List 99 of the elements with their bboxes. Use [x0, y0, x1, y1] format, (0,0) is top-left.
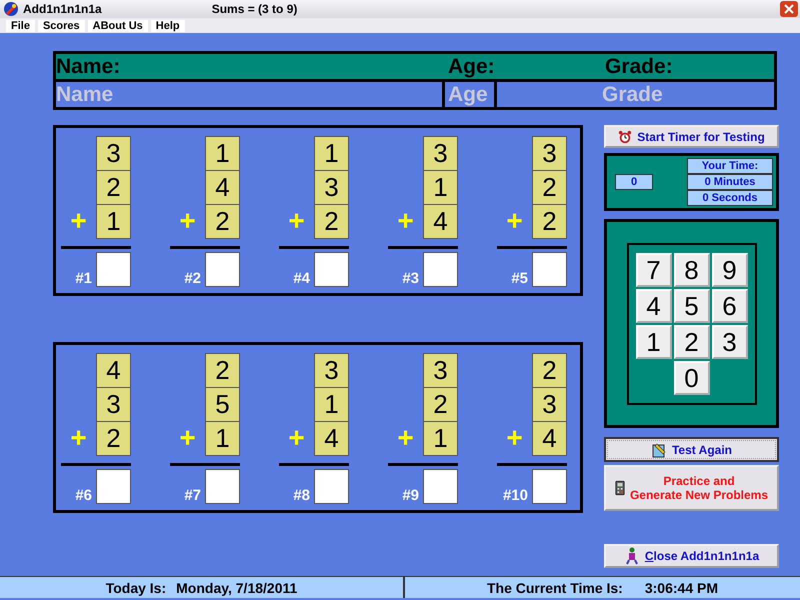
- digit-tile: 2: [423, 387, 458, 422]
- digit-tile: 1: [423, 421, 458, 456]
- input-field[interactable]: Age: [445, 82, 497, 107]
- keypad-key[interactable]: 6: [712, 288, 748, 322]
- menu-item[interactable]: Scores: [38, 20, 85, 32]
- answer-box[interactable]: [423, 252, 458, 287]
- date-value: Monday, 7/18/2011: [176, 580, 298, 596]
- problem-number: #1: [75, 270, 92, 287]
- plus-sign: +: [505, 204, 524, 238]
- digit-tile: 4: [423, 204, 458, 239]
- input-field[interactable]: Name: [56, 82, 445, 107]
- answer-box[interactable]: [96, 252, 131, 287]
- answer-box[interactable]: [96, 469, 131, 504]
- time-value: 3:06:44 PM: [644, 580, 718, 596]
- digit-tile: 4: [314, 421, 349, 456]
- digit-tile: 3: [96, 136, 131, 171]
- answer-box[interactable]: [314, 252, 349, 287]
- digit-tile: 4: [532, 421, 567, 456]
- digit-tile: 1: [314, 387, 349, 422]
- plus-sign: +: [178, 204, 197, 238]
- plus-sign: +: [505, 421, 524, 455]
- digit-tile: 3: [423, 136, 458, 171]
- problem-number: #9: [402, 487, 419, 504]
- problem-number: #5: [511, 270, 528, 287]
- window-subtitle: Sums = (3 to 9): [212, 2, 298, 16]
- problem-number: #3: [402, 270, 419, 287]
- digit-tile: 3: [96, 387, 131, 422]
- alarm-clock-icon: [618, 130, 632, 144]
- problem-number: #2: [184, 270, 201, 287]
- digit-tile: 2: [532, 170, 567, 205]
- answer-box[interactable]: [314, 469, 349, 504]
- problem-number: #6: [75, 487, 92, 504]
- plus-sign: +: [287, 204, 306, 238]
- keypad-key[interactable]: 1: [636, 324, 672, 358]
- start-timer-button[interactable]: Start Timer for Testing: [604, 125, 779, 148]
- keypad-key[interactable]: 7: [636, 252, 672, 286]
- field-label: Age:: [448, 54, 496, 79]
- window-title: Add1n1n1n1a: [23, 2, 102, 16]
- digit-tile: 2: [205, 353, 240, 388]
- keypad-key[interactable]: 5: [674, 288, 710, 322]
- digit-tile: 3: [423, 353, 458, 388]
- problem-number: #4: [293, 270, 310, 287]
- keypad-key[interactable]: 3: [712, 324, 748, 358]
- menu-item[interactable]: File: [6, 20, 35, 32]
- digit-tile: 2: [314, 204, 349, 239]
- plus-sign: +: [69, 421, 88, 455]
- menu-item[interactable]: Help: [150, 20, 185, 32]
- keypad-key[interactable]: 0: [674, 360, 710, 394]
- digit-tile: 2: [205, 204, 240, 239]
- problem-number: #10: [502, 487, 528, 504]
- answer-box[interactable]: [532, 469, 567, 504]
- digit-tile: 3: [532, 387, 567, 422]
- app-icon: [3, 1, 19, 17]
- answer-box[interactable]: [205, 252, 240, 287]
- keypad-key[interactable]: 2: [674, 324, 710, 358]
- close-icon[interactable]: [780, 1, 798, 17]
- answer-box[interactable]: [532, 252, 567, 287]
- digit-tile: 2: [96, 421, 131, 456]
- plus-sign: +: [178, 421, 197, 455]
- plus-sign: +: [287, 421, 306, 455]
- field-label: Name:: [56, 54, 122, 79]
- seconds-display: 0 Seconds: [687, 190, 773, 206]
- keypad-key[interactable]: 4: [636, 288, 672, 322]
- digit-tile: 4: [96, 353, 131, 388]
- problem-number: #7: [184, 487, 201, 504]
- digit-tile: 1: [314, 136, 349, 171]
- digit-tile: 1: [205, 421, 240, 456]
- plus-sign: +: [69, 204, 88, 238]
- answer-box[interactable]: [423, 469, 458, 504]
- field-label: Grade:: [605, 54, 674, 79]
- minutes-display: 0 Minutes: [687, 174, 773, 190]
- digit-tile: 4: [205, 170, 240, 205]
- date-label: Today Is:: [106, 580, 166, 596]
- notepad-icon: [650, 442, 667, 458]
- digit-tile: 2: [532, 204, 567, 239]
- digit-tile: 2: [96, 170, 131, 205]
- menu-item[interactable]: ABout Us: [88, 20, 148, 32]
- person-icon: [624, 547, 640, 565]
- digit-tile: 3: [314, 170, 349, 205]
- input-field[interactable]: Grade: [497, 82, 774, 107]
- digit-tile: 1: [205, 136, 240, 171]
- plus-sign: +: [396, 421, 415, 455]
- keypad-key[interactable]: 9: [712, 252, 748, 286]
- digit-tile: 1: [423, 170, 458, 205]
- timer-count: 0: [615, 174, 653, 190]
- close-app-button[interactable]: Close Add1n1n1n1a: [604, 544, 779, 568]
- time-label: The Current Time Is:: [486, 580, 623, 596]
- problem-number: #8: [293, 487, 310, 504]
- plus-sign: +: [396, 204, 415, 238]
- digit-tile: 5: [205, 387, 240, 422]
- calculator-icon: [614, 480, 625, 496]
- test-again-button[interactable]: Test Again: [604, 437, 779, 462]
- answer-box[interactable]: [205, 469, 240, 504]
- digit-tile: 3: [532, 136, 567, 171]
- digit-tile: 1: [96, 204, 131, 239]
- digit-tile: 3: [314, 353, 349, 388]
- your-time-heading: Your Time:: [687, 158, 773, 174]
- digit-tile: 2: [532, 353, 567, 388]
- keypad-key[interactable]: 8: [674, 252, 710, 286]
